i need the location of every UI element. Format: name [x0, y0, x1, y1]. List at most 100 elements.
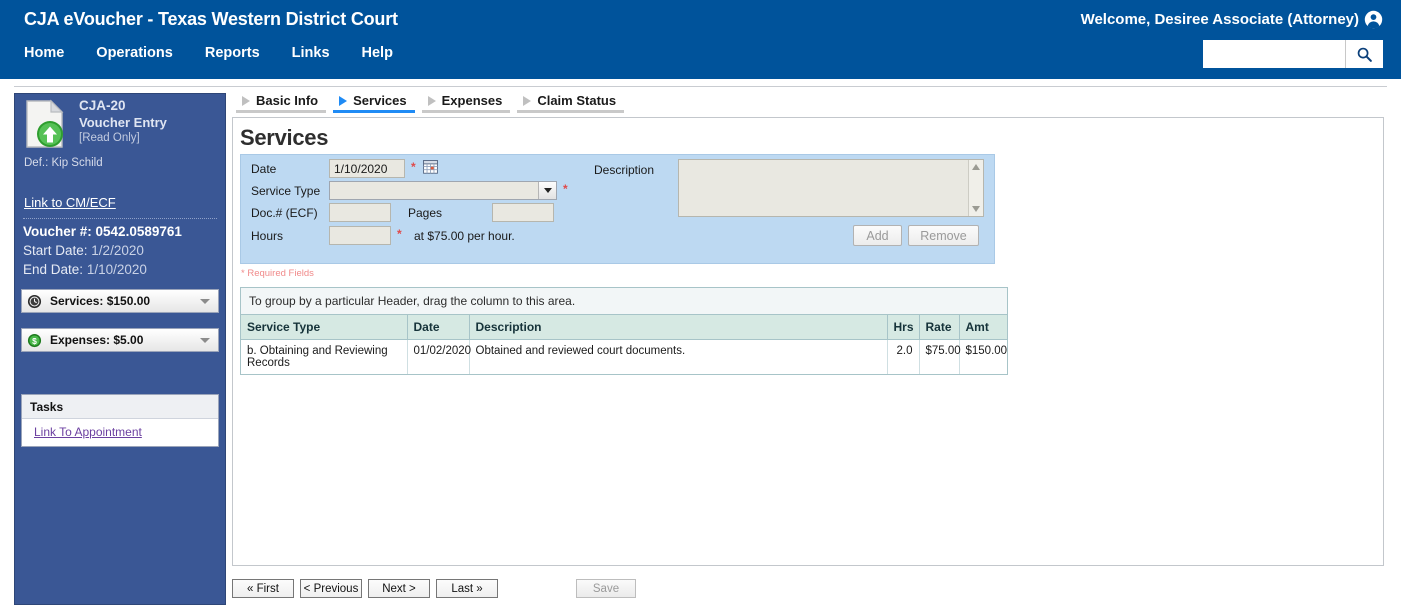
nav-item-home[interactable]: Home	[24, 45, 64, 61]
triangle-right-icon	[428, 96, 436, 106]
dollar-coin-icon: $	[27, 333, 42, 348]
column-header-description[interactable]: Description	[469, 315, 887, 340]
end-date-value: 1/10/2020	[87, 262, 147, 277]
tab-basic-info[interactable]: Basic Info	[236, 93, 326, 113]
voucher-tabs: Basic Info Services Expenses Claim Statu…	[232, 87, 1384, 113]
main-content: Basic Info Services Expenses Claim Statu…	[232, 87, 1384, 566]
cell-date: 01/02/2020	[407, 340, 469, 375]
nav-item-reports[interactable]: Reports	[205, 45, 260, 61]
scroll-up-icon	[972, 164, 980, 170]
chevron-down-icon	[200, 299, 210, 304]
triangle-right-icon	[339, 96, 347, 106]
accordion-expenses[interactable]: $ Expenses: $5.00	[21, 328, 219, 352]
accordion-services-label: Services: $150.00	[50, 294, 150, 308]
search-container	[1203, 40, 1383, 68]
sidebar-divider	[23, 218, 217, 219]
column-header-amt[interactable]: Amt	[959, 315, 1007, 340]
column-header-date[interactable]: Date	[407, 315, 469, 340]
cell-service-type: b. Obtaining and Reviewing Records	[241, 340, 407, 375]
column-header-rate[interactable]: Rate	[919, 315, 959, 340]
tasks-panel: Tasks Link To Appointment	[21, 394, 219, 447]
triangle-right-icon	[523, 96, 531, 106]
tab-services-label: Services	[353, 93, 407, 108]
svg-text:$: $	[32, 335, 37, 345]
voucher-code: CJA-20	[79, 97, 167, 114]
hours-label: Hours	[251, 229, 283, 243]
chevron-down-icon	[538, 182, 556, 199]
cell-hrs: 2.0	[887, 340, 919, 375]
description-label: Description	[594, 163, 654, 177]
start-date-label: Start Date:	[23, 243, 88, 258]
search-input[interactable]	[1203, 40, 1345, 68]
scroll-down-icon	[972, 206, 980, 212]
service-type-dropdown[interactable]	[329, 181, 557, 200]
hours-required-marker: *	[397, 227, 402, 241]
read-only-badge: [Read Only]	[79, 131, 167, 146]
voucher-labels: CJA-20 Voucher Entry [Read Only]	[79, 97, 167, 146]
save-button[interactable]: Save	[576, 579, 636, 598]
app-header: CJA eVoucher - Texas Western District Co…	[0, 0, 1401, 79]
welcome-text: Welcome, Desiree Associate (Attorney)	[1081, 11, 1359, 28]
tab-expenses[interactable]: Expenses	[422, 93, 511, 113]
description-textarea[interactable]	[678, 159, 984, 217]
description-scrollbar[interactable]	[968, 160, 983, 216]
document-upload-icon	[24, 99, 71, 149]
column-header-hrs[interactable]: Hrs	[887, 315, 919, 340]
doc-number-input[interactable]	[329, 203, 391, 222]
date-input[interactable]	[329, 159, 405, 178]
tab-underline	[236, 110, 326, 113]
calendar-icon[interactable]	[423, 159, 438, 174]
pages-label: Pages	[408, 206, 442, 220]
nav-item-operations[interactable]: Operations	[96, 45, 173, 61]
main-navigation: Home Operations Reports Links Help	[24, 45, 393, 61]
remove-button[interactable]: Remove	[908, 225, 979, 246]
tab-expenses-label: Expenses	[442, 93, 503, 108]
nav-item-links[interactable]: Links	[292, 45, 330, 61]
tab-services[interactable]: Services	[333, 93, 415, 113]
first-button[interactable]: « First	[232, 579, 294, 598]
last-button[interactable]: Last »	[436, 579, 498, 598]
user-circle-icon[interactable]	[1364, 10, 1383, 29]
group-by-drop-area[interactable]: To group by a particular Header, drag th…	[241, 288, 1007, 315]
task-link-to-appointment[interactable]: Link To Appointment	[34, 425, 142, 439]
wizard-navigation: « First < Previous Next > Last » Save	[232, 579, 636, 598]
voucher-details: Voucher #: 0542.0589761 Start Date: 1/2/…	[23, 222, 182, 279]
column-header-service-type[interactable]: Service Type	[241, 315, 407, 340]
nav-item-help[interactable]: Help	[362, 45, 393, 61]
add-button[interactable]: Add	[853, 225, 902, 246]
tab-underline	[333, 110, 415, 113]
table-header-row: Service Type Date Description Hrs Rate A…	[241, 315, 1007, 340]
next-button[interactable]: Next >	[368, 579, 430, 598]
date-label: Date	[251, 162, 276, 176]
hours-input[interactable]	[329, 226, 391, 245]
search-button[interactable]	[1345, 40, 1383, 68]
date-required-marker: *	[411, 160, 416, 174]
link-to-cmecf[interactable]: Link to CM/ECF	[24, 195, 116, 210]
cell-description: Obtained and reviewed court documents.	[469, 340, 887, 375]
table-row[interactable]: b. Obtaining and Reviewing Records 01/02…	[241, 340, 1007, 375]
voucher-number-value: 0542.0589761	[96, 224, 182, 239]
search-icon	[1356, 46, 1373, 63]
previous-button[interactable]: < Previous	[300, 579, 362, 598]
tasks-list: Link To Appointment	[22, 419, 218, 446]
doc-number-label: Doc.# (ECF)	[251, 206, 318, 220]
tasks-title: Tasks	[22, 395, 218, 419]
tab-claim-status[interactable]: Claim Status	[517, 93, 624, 113]
start-date-value: 1/2/2020	[91, 243, 144, 258]
pages-input[interactable]	[492, 203, 554, 222]
services-panel: Services Date *	[232, 117, 1384, 566]
service-type-required-marker: *	[563, 182, 568, 196]
app-title: CJA eVoucher - Texas Western District Co…	[24, 9, 398, 30]
tab-claim-status-label: Claim Status	[537, 93, 616, 108]
tab-underline	[422, 110, 511, 113]
defendant-name: Def.: Kip Schild	[24, 157, 103, 169]
hourly-rate-note: at $75.00 per hour.	[414, 229, 515, 243]
tab-underline	[517, 110, 624, 113]
triangle-right-icon	[242, 96, 250, 106]
accordion-services[interactable]: Services: $150.00	[21, 289, 219, 313]
voucher-sidebar: CJA-20 Voucher Entry [Read Only] Def.: K…	[14, 93, 226, 605]
service-type-label: Service Type	[251, 184, 320, 198]
services-table: Service Type Date Description Hrs Rate A…	[241, 315, 1007, 374]
voucher-type: Voucher Entry	[79, 114, 167, 131]
chevron-down-icon	[200, 338, 210, 343]
